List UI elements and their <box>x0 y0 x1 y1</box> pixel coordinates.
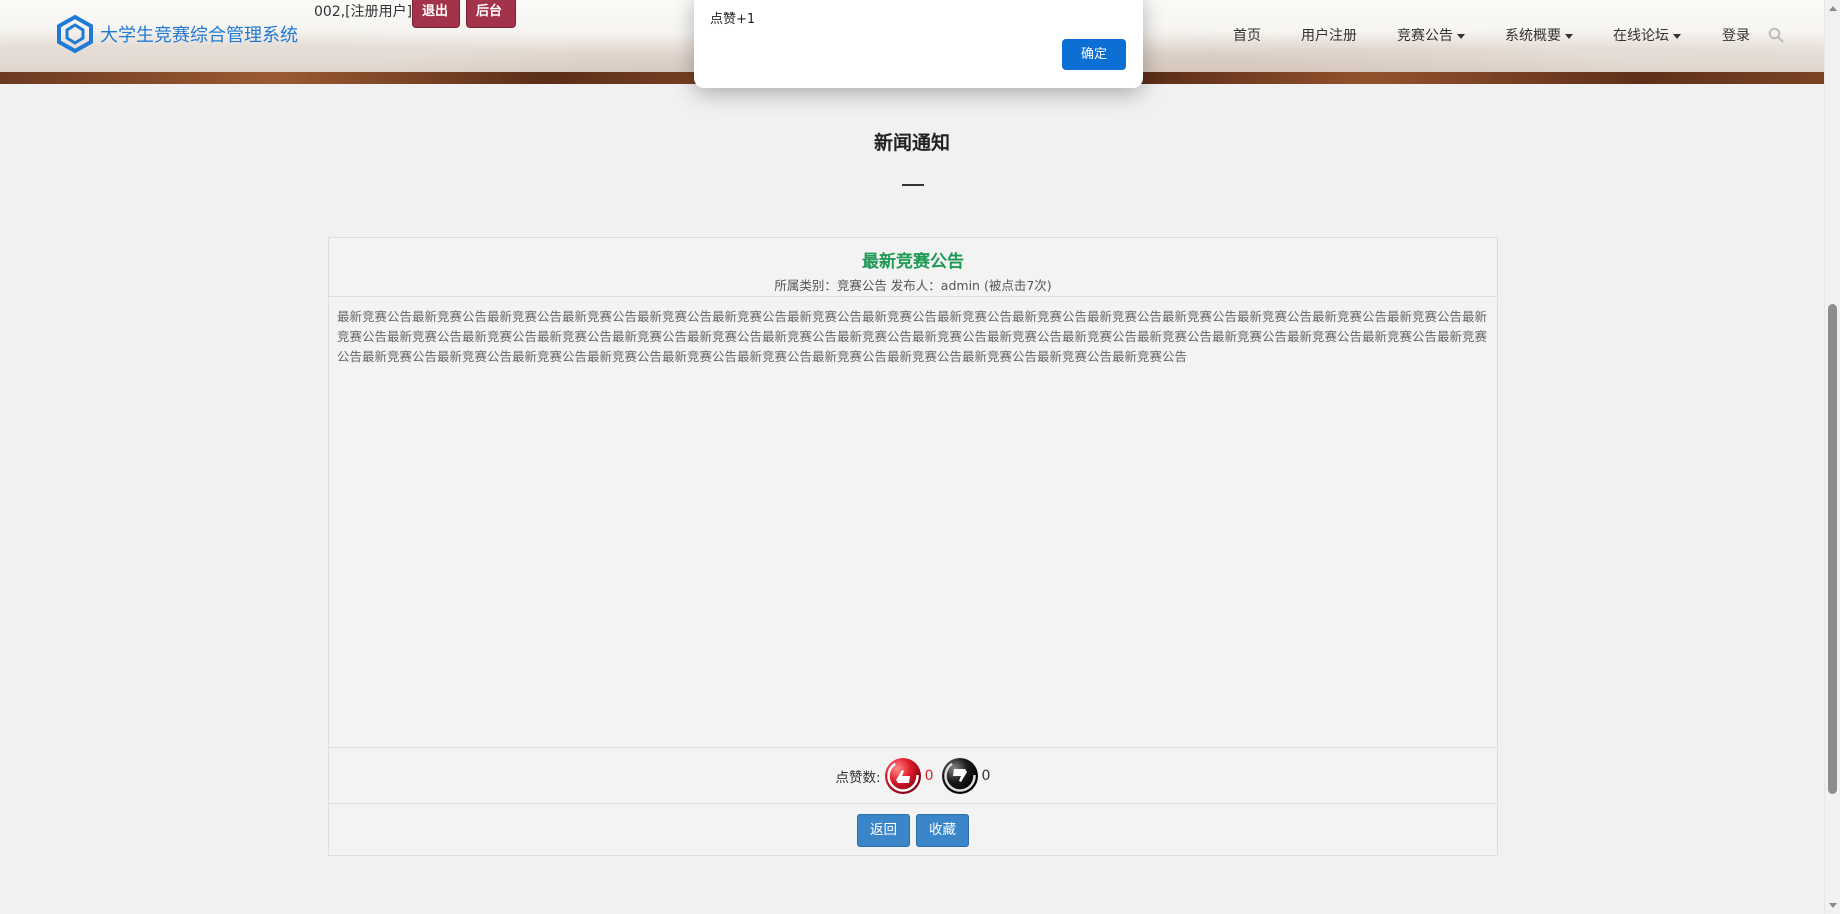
nav-forum-label: 在线论坛 <box>1613 28 1669 44</box>
caret-down-icon <box>1565 33 1573 39</box>
nav-login[interactable]: 登录 <box>1722 25 1750 45</box>
dislike-count: 0 <box>981 767 991 784</box>
like-count: 0 <box>924 767 934 784</box>
article-card: 最新竞赛公告 所属类别：竞赛公告 发布人：admin (被点击7次) 最新竞赛公… <box>328 237 1498 856</box>
search-icon[interactable] <box>1768 27 1784 43</box>
article-header: 最新竞赛公告 所属类别：竞赛公告 发布人：admin (被点击7次) <box>329 238 1497 297</box>
site-logo[interactable]: 大学生竞赛综合管理系统 <box>54 14 298 54</box>
alert-dialog: 点赞+1 确定 <box>694 0 1143 88</box>
thumbs-down-icon[interactable] <box>940 756 980 796</box>
article-meta: 所属类别：竞赛公告 发布人：admin (被点击7次) <box>774 278 1052 293</box>
site-title: 大学生竞赛综合管理系统 <box>100 25 298 46</box>
caret-down-icon <box>1673 33 1681 39</box>
hexagon-logo-icon <box>57 14 93 54</box>
nav-system-overview-label: 系统概要 <box>1505 28 1561 44</box>
section-divider <box>902 184 924 186</box>
thumbs-up-icon[interactable] <box>883 756 923 796</box>
nav-system-overview[interactable]: 系统概要 <box>1505 25 1573 45</box>
favorite-button[interactable]: 收藏 <box>916 813 969 847</box>
logout-button[interactable]: 退出 <box>412 0 460 28</box>
article-actions: 返回 收藏 <box>329 804 1497 856</box>
article-title: 最新竞赛公告 <box>862 252 964 272</box>
scroll-up-icon[interactable] <box>1829 6 1837 11</box>
nav-register-label: 用户注册 <box>1301 28 1357 44</box>
admin-button[interactable]: 后台 <box>466 0 516 28</box>
nav-competition-notice-label: 竞赛公告 <box>1397 28 1453 44</box>
alert-message: 点赞+1 <box>710 12 756 27</box>
confirm-button[interactable]: 确定 <box>1062 39 1126 70</box>
nav-login-label: 登录 <box>1722 28 1750 44</box>
current-user-info: 002,[注册用户] <box>314 4 413 20</box>
back-button[interactable]: 返回 <box>857 813 910 847</box>
nav-competition-notice[interactable]: 竞赛公告 <box>1397 25 1465 45</box>
section-title: 新闻通知 <box>873 132 950 154</box>
nav-forum[interactable]: 在线论坛 <box>1613 25 1681 45</box>
nav-register[interactable]: 用户注册 <box>1301 25 1357 45</box>
scroll-down-icon[interactable] <box>1829 903 1837 908</box>
scrollbar-thumb[interactable] <box>1828 304 1837 794</box>
page-scrollbar[interactable] <box>1824 0 1840 914</box>
nav-home-label: 首页 <box>1233 28 1261 44</box>
like-bar: 点赞数: 0 0 <box>329 747 1497 804</box>
caret-down-icon <box>1457 33 1465 39</box>
like-count-label: 点赞数: <box>835 769 881 786</box>
article-body: 最新竞赛公告最新竞赛公告最新竞赛公告最新竞赛公告最新竞赛公告最新竞赛公告最新竞赛… <box>337 309 1488 364</box>
nav-home[interactable]: 首页 <box>1233 25 1261 45</box>
